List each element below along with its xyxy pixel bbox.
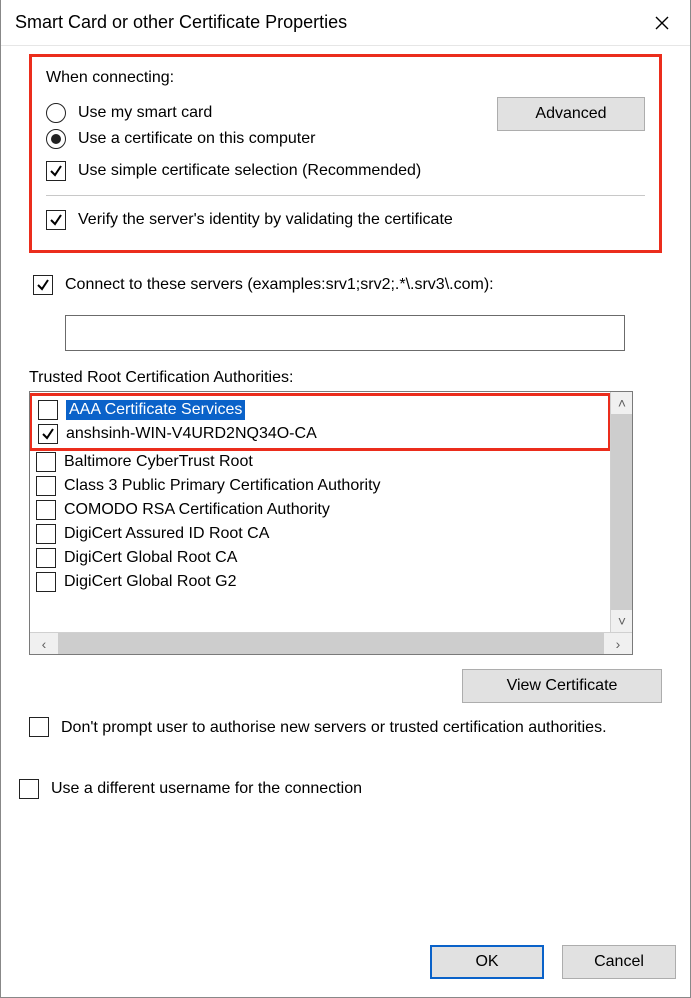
ca-item-checkbox[interactable]	[36, 572, 56, 592]
highlight-box-list: AAA Certificate Services anshsinh-WIN-V4U…	[30, 393, 611, 451]
list-vertical-scrollbar[interactable]: ˄ ˅	[610, 392, 632, 632]
use-different-username-checkbox[interactable]	[19, 779, 39, 799]
simple-cert-selection-checkbox[interactable]	[46, 161, 66, 181]
chevron-right-icon: ›	[616, 636, 621, 652]
ca-item-checkbox[interactable]	[36, 476, 56, 496]
verify-identity-checkbox[interactable]	[46, 210, 66, 230]
close-button[interactable]	[634, 0, 690, 46]
hscroll-thumb[interactable]	[58, 633, 604, 654]
ca-item-label: AAA Certificate Services	[66, 400, 245, 420]
ca-item-checkbox[interactable]	[36, 548, 56, 568]
highlight-box-top: When connecting: Use my smart card Use a…	[29, 54, 662, 253]
close-icon	[655, 16, 669, 30]
titlebar: Smart Card or other Certificate Properti…	[1, 0, 690, 46]
ca-item-label: COMODO RSA Certification Authority	[64, 501, 330, 519]
use-smart-card-label: Use my smart card	[78, 104, 497, 122]
ca-item-label: DigiCert Assured ID Root CA	[64, 525, 269, 543]
scroll-down-button[interactable]: ˅	[611, 610, 632, 632]
ca-list-item[interactable]: DigiCert Global Root CA	[30, 546, 610, 570]
scroll-right-button[interactable]: ›	[604, 633, 632, 655]
dont-prompt-label: Don't prompt user to authorise new serve…	[61, 717, 607, 739]
verify-identity-label: Verify the server's identity by validati…	[78, 211, 645, 229]
connect-servers-checkbox[interactable]	[33, 275, 53, 295]
ca-item-checkbox[interactable]	[36, 524, 56, 544]
ca-list-item[interactable]: DigiCert Global Root G2	[30, 570, 610, 594]
scroll-left-button[interactable]: ‹	[30, 633, 58, 655]
use-cert-on-computer-radio[interactable]	[46, 129, 66, 149]
chevron-up-icon: ˄	[618, 395, 626, 411]
when-connecting-label: When connecting:	[46, 69, 645, 87]
dialog-content: When connecting: Use my smart card Use a…	[1, 46, 690, 945]
ca-list-item[interactable]: DigiCert Assured ID Root CA	[30, 522, 610, 546]
view-certificate-button[interactable]: View Certificate	[462, 669, 662, 703]
ca-list-item[interactable]: COMODO RSA Certification Authority	[30, 498, 610, 522]
ca-item-checkbox[interactable]	[36, 500, 56, 520]
trusted-root-label: Trusted Root Certification Authorities:	[29, 369, 662, 387]
chevron-down-icon: ˅	[618, 613, 626, 629]
advanced-button[interactable]: Advanced	[497, 97, 645, 131]
dialog-button-bar: OK Cancel	[1, 945, 690, 997]
list-horizontal-scrollbar[interactable]: ‹ ›	[30, 632, 632, 654]
scroll-up-button[interactable]: ˄	[611, 392, 632, 414]
dialog-title: Smart Card or other Certificate Properti…	[15, 12, 347, 33]
ca-item-checkbox[interactable]	[38, 400, 58, 420]
separator	[46, 195, 645, 196]
ca-list-item[interactable]: Baltimore CyberTrust Root	[30, 450, 610, 474]
ca-item-checkbox[interactable]	[38, 424, 58, 444]
ca-item-label: DigiCert Global Root G2	[64, 573, 237, 591]
cancel-button[interactable]: Cancel	[562, 945, 676, 979]
use-different-username-label: Use a different username for the connect…	[51, 780, 362, 798]
servers-input[interactable]	[65, 315, 625, 351]
ca-item-label: DigiCert Global Root CA	[64, 549, 237, 567]
connect-servers-label: Connect to these servers (examples:srv1;…	[65, 276, 662, 294]
ca-item-checkbox[interactable]	[36, 452, 56, 472]
ca-item-label: Class 3 Public Primary Certification Aut…	[64, 477, 381, 495]
chevron-left-icon: ‹	[42, 636, 47, 652]
trusted-root-list[interactable]: AAA Certificate Services anshsinh-WIN-V4U…	[29, 391, 633, 655]
ca-item-label: Baltimore CyberTrust Root	[64, 453, 253, 471]
ca-item-label: anshsinh-WIN-V4URD2NQ34O-CA	[66, 425, 317, 443]
use-cert-on-computer-label: Use a certificate on this computer	[78, 130, 497, 148]
simple-cert-selection-label: Use simple certificate selection (Recomm…	[78, 162, 645, 180]
dont-prompt-checkbox[interactable]	[29, 717, 49, 737]
ca-list-item[interactable]: Class 3 Public Primary Certification Aut…	[30, 474, 610, 498]
certificate-properties-dialog: Smart Card or other Certificate Properti…	[0, 0, 691, 998]
scroll-thumb[interactable]	[611, 414, 632, 610]
use-smart-card-radio[interactable]	[46, 103, 66, 123]
ca-list-item[interactable]: anshsinh-WIN-V4URD2NQ34O-CA	[32, 422, 608, 446]
ok-button[interactable]: OK	[430, 945, 544, 979]
ca-list-item[interactable]: AAA Certificate Services	[32, 398, 608, 422]
